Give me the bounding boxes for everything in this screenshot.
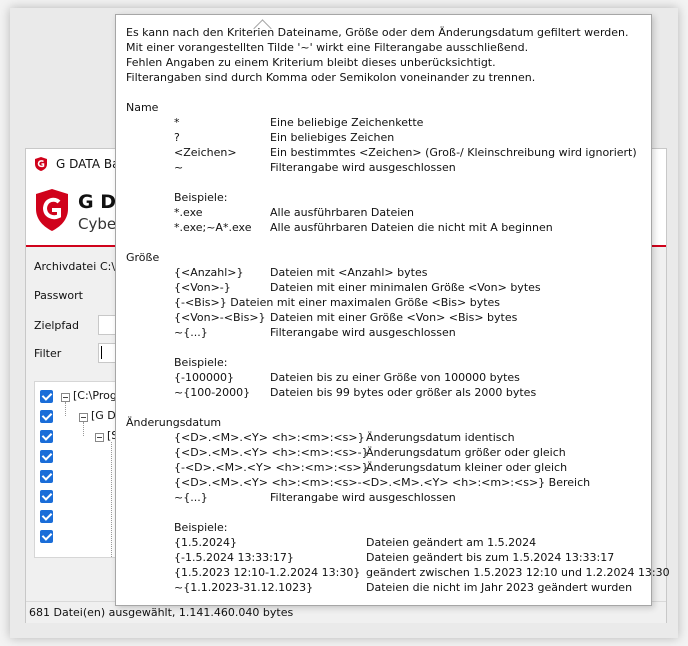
rule-description: Änderungsdatum identisch	[366, 431, 515, 444]
example-description: Alle ausführbaren Dateien die nicht mit …	[270, 221, 553, 234]
rule-pattern: ~	[174, 161, 184, 174]
rule-description: Ein bestimmtes <Zeichen> (Groß-/ Kleinsc…	[270, 146, 637, 159]
rule-description: Änderungsdatum größer oder gleich	[366, 446, 566, 459]
example-pattern: *.exe	[174, 206, 203, 219]
intro-line: Mit einer vorangestellten Tilde '~' wirk…	[126, 41, 529, 54]
gdata-logo-icon	[35, 157, 47, 171]
rule-description: Filterangabe wird ausgeschlossen	[270, 326, 456, 339]
tree-line	[111, 442, 112, 557]
example-description: Dateien geändert bis zum 1.5.2024 13:33:…	[366, 551, 615, 564]
tree-checkbox[interactable]	[40, 470, 53, 483]
rule-description: Dateien mit einer minimalen Größe <Von> …	[270, 281, 541, 294]
tree-checkbox[interactable]	[40, 450, 53, 463]
gdata-shield-icon	[36, 189, 68, 231]
rule-pattern: {-<Bis>} Dateien mit einer maximalen Grö…	[174, 296, 501, 309]
example-pattern: ~{1.1.2023-31.12.1023}	[174, 581, 314, 594]
example-description: Dateien bis zu einer Größe von 100000 by…	[270, 371, 520, 384]
status-text: 681 Datei(en) ausgewählt, 1.141.460.040 …	[29, 606, 294, 619]
rule-pattern: ?	[174, 131, 180, 144]
tree-line	[83, 422, 84, 436]
rule-description: Änderungsdatum kleiner oder gleich	[366, 461, 568, 474]
example-pattern: ~{100-2000}	[174, 386, 251, 399]
rule-description: Ein beliebiges Zeichen	[270, 131, 395, 144]
tree-item-root[interactable]: [C:\Prog	[73, 389, 117, 402]
intro-line: Filterangaben sind durch Komma oder Semi…	[126, 71, 536, 84]
rule-pattern: {<Anzahl>}	[174, 266, 244, 279]
example-pattern: {-100000}	[174, 371, 234, 384]
tree-checkbox[interactable]	[40, 390, 53, 403]
section-heading-date: Änderungsdatum	[126, 416, 222, 429]
archive-path: C:\	[100, 260, 116, 273]
rule-pattern: {<Von>-}	[174, 281, 231, 294]
rule-pattern: {<D>.<M>.<Y> <h>:<m>:<s>-<D>.<M>.<Y> <h>…	[174, 476, 591, 489]
rule-pattern: ~{...}	[174, 491, 208, 504]
rule-description: Dateien mit <Anzahl> bytes	[270, 266, 428, 279]
rule-description: Filterangabe wird ausgeschlossen	[270, 161, 456, 174]
password-label: Passwort	[34, 289, 83, 302]
rule-pattern: {<D>.<M>.<Y> <h>:<m>:<s>-}	[174, 446, 369, 459]
collapse-icon[interactable]	[95, 433, 104, 442]
example-description: Dateien bis 99 bytes oder größer als 200…	[270, 386, 537, 399]
rule-pattern: {-<D>.<M>.<Y> <h>:<m>:<s>}	[174, 461, 369, 474]
examples-label: Beispiele:	[174, 191, 228, 204]
example-pattern: {-1.5.2024 13:33:17}	[174, 551, 294, 564]
examples-label: Beispiele:	[174, 356, 228, 369]
rule-pattern: {<D>.<M>.<Y> <h>:<m>:<s>}	[174, 431, 365, 444]
text-caret	[101, 346, 102, 359]
rule-pattern: *	[174, 116, 180, 129]
rule-description: Eine beliebige Zeichenkette	[270, 116, 424, 129]
collapse-icon[interactable]	[79, 413, 88, 422]
example-description: Dateien die nicht im Jahr 2023 geändert …	[366, 581, 633, 594]
example-description: Alle ausführbaren Dateien	[270, 206, 415, 219]
rule-description: Dateien mit einer Größe <Von> <Bis> byte…	[270, 311, 518, 324]
section-heading-size: Größe	[126, 251, 160, 264]
intro-line: Fehlen Angaben zu einem Kriterium bleibt…	[126, 56, 496, 69]
collapse-icon[interactable]	[61, 393, 70, 402]
example-pattern: {1.5.2023 12:10-1.2.2024 13:30}	[174, 566, 361, 579]
example-pattern: {1.5.2024}	[174, 536, 237, 549]
rule-description: Filterangabe wird ausgeschlossen	[270, 491, 456, 504]
filter-help-tooltip: Es kann nach den Kriterien Dateiname, Gr…	[115, 14, 670, 606]
rule-pattern: {<Von>-<Bis>}	[174, 311, 266, 324]
tree-checkbox[interactable]	[40, 410, 53, 423]
examples-label: Beispiele:	[174, 521, 228, 534]
target-path-label: Zielpfad	[34, 319, 79, 332]
filter-label: Filter	[34, 347, 62, 360]
tree-item-gdata[interactable]: [G DA	[91, 409, 117, 422]
tree-checkbox[interactable]	[40, 510, 53, 523]
tree-checkbox[interactable]	[40, 530, 53, 543]
rule-pattern: ~{...}	[174, 326, 208, 339]
archive-label: Archivdatei	[34, 260, 97, 273]
tree-checkbox[interactable]	[40, 430, 53, 443]
example-pattern: *.exe;~A*.exe	[174, 221, 252, 234]
intro-line: Es kann nach den Kriterien Dateiname, Gr…	[126, 26, 629, 39]
example-description: geändert zwischen 1.5.2023 12:10 und 1.2…	[366, 566, 670, 579]
example-description: Dateien geändert am 1.5.2024	[366, 536, 537, 549]
tree-line	[65, 402, 66, 416]
file-tree[interactable]: [C:\Prog [G DA [S	[34, 381, 118, 558]
rule-pattern: <Zeichen>	[174, 146, 237, 159]
section-heading-name: Name	[126, 101, 159, 114]
tree-checkbox[interactable]	[40, 490, 53, 503]
